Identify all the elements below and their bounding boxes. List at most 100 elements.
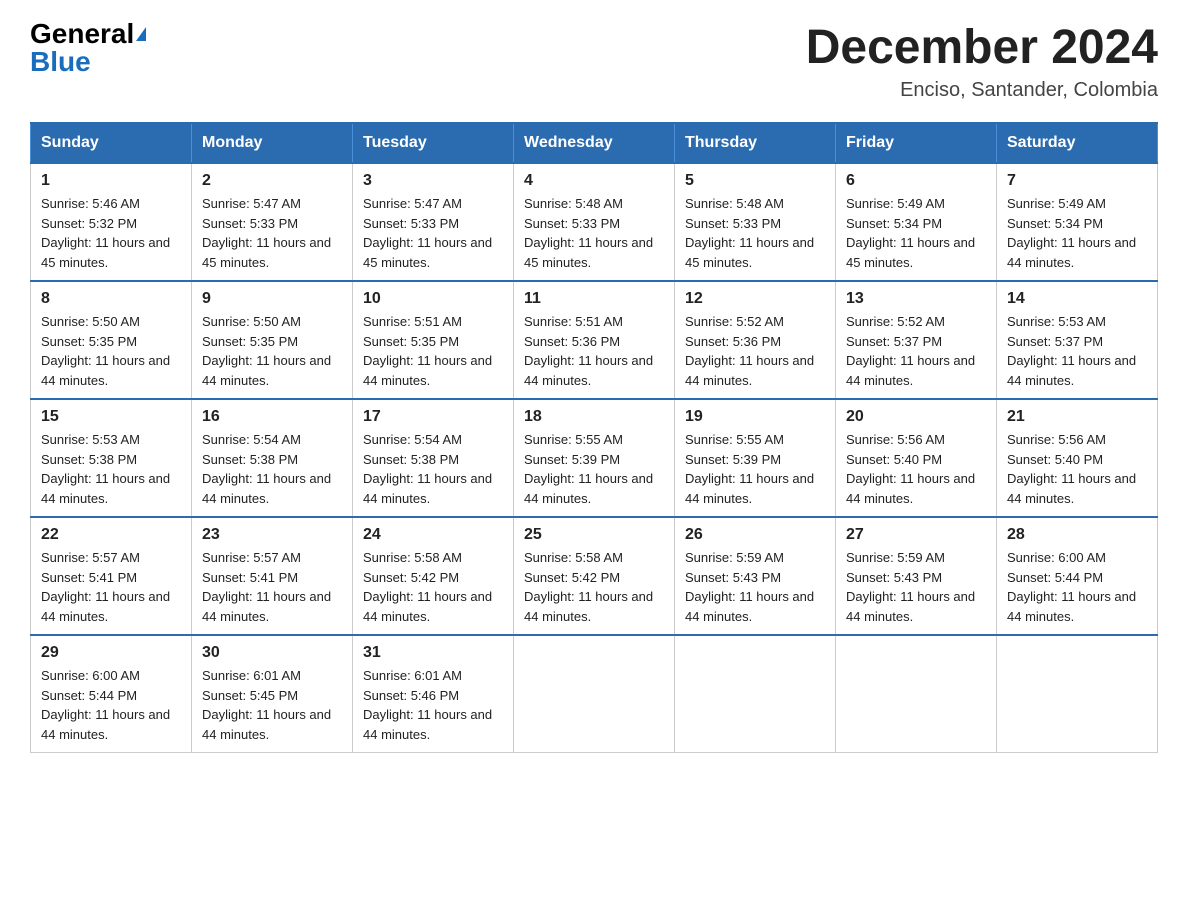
- calendar-day-cell: 17 Sunrise: 5:54 AM Sunset: 5:38 PM Dayl…: [353, 399, 514, 517]
- day-info: Sunrise: 5:55 AM Sunset: 5:39 PM Dayligh…: [685, 430, 825, 508]
- day-number: 14: [1007, 290, 1147, 308]
- day-info: Sunrise: 5:54 AM Sunset: 5:38 PM Dayligh…: [202, 430, 342, 508]
- daylight-label: Daylight: 11 hours and 44 minutes.: [846, 471, 975, 506]
- daylight-label: Daylight: 11 hours and 44 minutes.: [202, 471, 331, 506]
- sunset-label: Sunset: 5:39 PM: [685, 452, 781, 467]
- calendar-day-cell: 14 Sunrise: 5:53 AM Sunset: 5:37 PM Dayl…: [997, 281, 1158, 399]
- sunrise-label: Sunrise: 5:58 AM: [524, 550, 623, 565]
- sunrise-label: Sunrise: 5:57 AM: [202, 550, 301, 565]
- day-info: Sunrise: 5:50 AM Sunset: 5:35 PM Dayligh…: [41, 312, 181, 390]
- calendar-header-row: SundayMondayTuesdayWednesdayThursdayFrid…: [31, 123, 1158, 163]
- day-info: Sunrise: 5:59 AM Sunset: 5:43 PM Dayligh…: [846, 548, 986, 626]
- daylight-label: Daylight: 11 hours and 44 minutes.: [1007, 589, 1136, 624]
- sunrise-label: Sunrise: 5:56 AM: [1007, 432, 1106, 447]
- calendar-day-cell: 6 Sunrise: 5:49 AM Sunset: 5:34 PM Dayli…: [836, 163, 997, 281]
- day-number: 9: [202, 290, 342, 308]
- calendar-day-cell: 2 Sunrise: 5:47 AM Sunset: 5:33 PM Dayli…: [192, 163, 353, 281]
- daylight-label: Daylight: 11 hours and 44 minutes.: [685, 353, 814, 388]
- day-info: Sunrise: 6:00 AM Sunset: 5:44 PM Dayligh…: [41, 666, 181, 744]
- sunset-label: Sunset: 5:44 PM: [41, 688, 137, 703]
- sunrise-label: Sunrise: 5:57 AM: [41, 550, 140, 565]
- sunrise-label: Sunrise: 6:01 AM: [363, 668, 462, 683]
- calendar-day-cell: [675, 635, 836, 753]
- day-info: Sunrise: 5:55 AM Sunset: 5:39 PM Dayligh…: [524, 430, 664, 508]
- sunset-label: Sunset: 5:41 PM: [202, 570, 298, 585]
- daylight-label: Daylight: 11 hours and 44 minutes.: [846, 589, 975, 624]
- calendar-week-row-1: 1 Sunrise: 5:46 AM Sunset: 5:32 PM Dayli…: [31, 163, 1158, 281]
- daylight-label: Daylight: 11 hours and 44 minutes.: [363, 589, 492, 624]
- sunrise-label: Sunrise: 5:52 AM: [846, 314, 945, 329]
- sunset-label: Sunset: 5:35 PM: [202, 334, 298, 349]
- day-info: Sunrise: 5:47 AM Sunset: 5:33 PM Dayligh…: [363, 194, 503, 272]
- day-number: 21: [1007, 408, 1147, 426]
- day-number: 24: [363, 526, 503, 544]
- calendar-day-cell: [997, 635, 1158, 753]
- sunset-label: Sunset: 5:38 PM: [41, 452, 137, 467]
- day-info: Sunrise: 5:54 AM Sunset: 5:38 PM Dayligh…: [363, 430, 503, 508]
- sunset-label: Sunset: 5:37 PM: [1007, 334, 1103, 349]
- daylight-label: Daylight: 11 hours and 44 minutes.: [524, 353, 653, 388]
- daylight-label: Daylight: 11 hours and 44 minutes.: [1007, 471, 1136, 506]
- sunset-label: Sunset: 5:44 PM: [1007, 570, 1103, 585]
- daylight-label: Daylight: 11 hours and 45 minutes.: [363, 235, 492, 270]
- title-block: December 2024 Enciso, Santander, Colombi…: [806, 20, 1158, 102]
- calendar-day-cell: 9 Sunrise: 5:50 AM Sunset: 5:35 PM Dayli…: [192, 281, 353, 399]
- day-info: Sunrise: 5:58 AM Sunset: 5:42 PM Dayligh…: [524, 548, 664, 626]
- day-number: 12: [685, 290, 825, 308]
- daylight-label: Daylight: 11 hours and 44 minutes.: [524, 589, 653, 624]
- page-header: General Blue December 2024 Enciso, Santa…: [30, 20, 1158, 102]
- calendar-day-cell: 31 Sunrise: 6:01 AM Sunset: 5:46 PM Dayl…: [353, 635, 514, 753]
- daylight-label: Daylight: 11 hours and 44 minutes.: [1007, 353, 1136, 388]
- day-number: 11: [524, 290, 664, 308]
- sunset-label: Sunset: 5:46 PM: [363, 688, 459, 703]
- calendar-day-cell: 20 Sunrise: 5:56 AM Sunset: 5:40 PM Dayl…: [836, 399, 997, 517]
- day-info: Sunrise: 5:57 AM Sunset: 5:41 PM Dayligh…: [202, 548, 342, 626]
- sunrise-label: Sunrise: 5:48 AM: [685, 196, 784, 211]
- sunset-label: Sunset: 5:41 PM: [41, 570, 137, 585]
- sunset-label: Sunset: 5:33 PM: [363, 216, 459, 231]
- sunset-label: Sunset: 5:45 PM: [202, 688, 298, 703]
- calendar-header-friday: Friday: [836, 123, 997, 163]
- day-number: 22: [41, 526, 181, 544]
- daylight-label: Daylight: 11 hours and 44 minutes.: [846, 353, 975, 388]
- daylight-label: Daylight: 11 hours and 44 minutes.: [685, 471, 814, 506]
- day-number: 5: [685, 172, 825, 190]
- day-info: Sunrise: 5:56 AM Sunset: 5:40 PM Dayligh…: [846, 430, 986, 508]
- calendar-day-cell: 4 Sunrise: 5:48 AM Sunset: 5:33 PM Dayli…: [514, 163, 675, 281]
- day-number: 18: [524, 408, 664, 426]
- calendar-day-cell: 27 Sunrise: 5:59 AM Sunset: 5:43 PM Dayl…: [836, 517, 997, 635]
- day-number: 16: [202, 408, 342, 426]
- day-info: Sunrise: 5:56 AM Sunset: 5:40 PM Dayligh…: [1007, 430, 1147, 508]
- day-info: Sunrise: 5:53 AM Sunset: 5:38 PM Dayligh…: [41, 430, 181, 508]
- day-info: Sunrise: 5:46 AM Sunset: 5:32 PM Dayligh…: [41, 194, 181, 272]
- sunrise-label: Sunrise: 5:49 AM: [1007, 196, 1106, 211]
- sunset-label: Sunset: 5:43 PM: [685, 570, 781, 585]
- calendar-header-monday: Monday: [192, 123, 353, 163]
- sunrise-label: Sunrise: 5:48 AM: [524, 196, 623, 211]
- calendar-day-cell: [514, 635, 675, 753]
- logo-general-text: General: [30, 20, 134, 48]
- sunrise-label: Sunrise: 5:49 AM: [846, 196, 945, 211]
- day-number: 13: [846, 290, 986, 308]
- daylight-label: Daylight: 11 hours and 44 minutes.: [1007, 235, 1136, 270]
- calendar-day-cell: 5 Sunrise: 5:48 AM Sunset: 5:33 PM Dayli…: [675, 163, 836, 281]
- sunrise-label: Sunrise: 5:53 AM: [41, 432, 140, 447]
- daylight-label: Daylight: 11 hours and 44 minutes.: [41, 353, 170, 388]
- calendar-day-cell: 22 Sunrise: 5:57 AM Sunset: 5:41 PM Dayl…: [31, 517, 192, 635]
- day-number: 10: [363, 290, 503, 308]
- day-info: Sunrise: 5:58 AM Sunset: 5:42 PM Dayligh…: [363, 548, 503, 626]
- day-number: 3: [363, 172, 503, 190]
- calendar-week-row-3: 15 Sunrise: 5:53 AM Sunset: 5:38 PM Dayl…: [31, 399, 1158, 517]
- calendar-header-wednesday: Wednesday: [514, 123, 675, 163]
- sunrise-label: Sunrise: 5:50 AM: [41, 314, 140, 329]
- calendar-week-row-2: 8 Sunrise: 5:50 AM Sunset: 5:35 PM Dayli…: [31, 281, 1158, 399]
- calendar-week-row-5: 29 Sunrise: 6:00 AM Sunset: 5:44 PM Dayl…: [31, 635, 1158, 753]
- day-info: Sunrise: 5:51 AM Sunset: 5:36 PM Dayligh…: [524, 312, 664, 390]
- day-info: Sunrise: 5:48 AM Sunset: 5:33 PM Dayligh…: [524, 194, 664, 272]
- day-number: 1: [41, 172, 181, 190]
- day-number: 6: [846, 172, 986, 190]
- day-info: Sunrise: 5:59 AM Sunset: 5:43 PM Dayligh…: [685, 548, 825, 626]
- sunset-label: Sunset: 5:43 PM: [846, 570, 942, 585]
- calendar-week-row-4: 22 Sunrise: 5:57 AM Sunset: 5:41 PM Dayl…: [31, 517, 1158, 635]
- calendar-day-cell: 30 Sunrise: 6:01 AM Sunset: 5:45 PM Dayl…: [192, 635, 353, 753]
